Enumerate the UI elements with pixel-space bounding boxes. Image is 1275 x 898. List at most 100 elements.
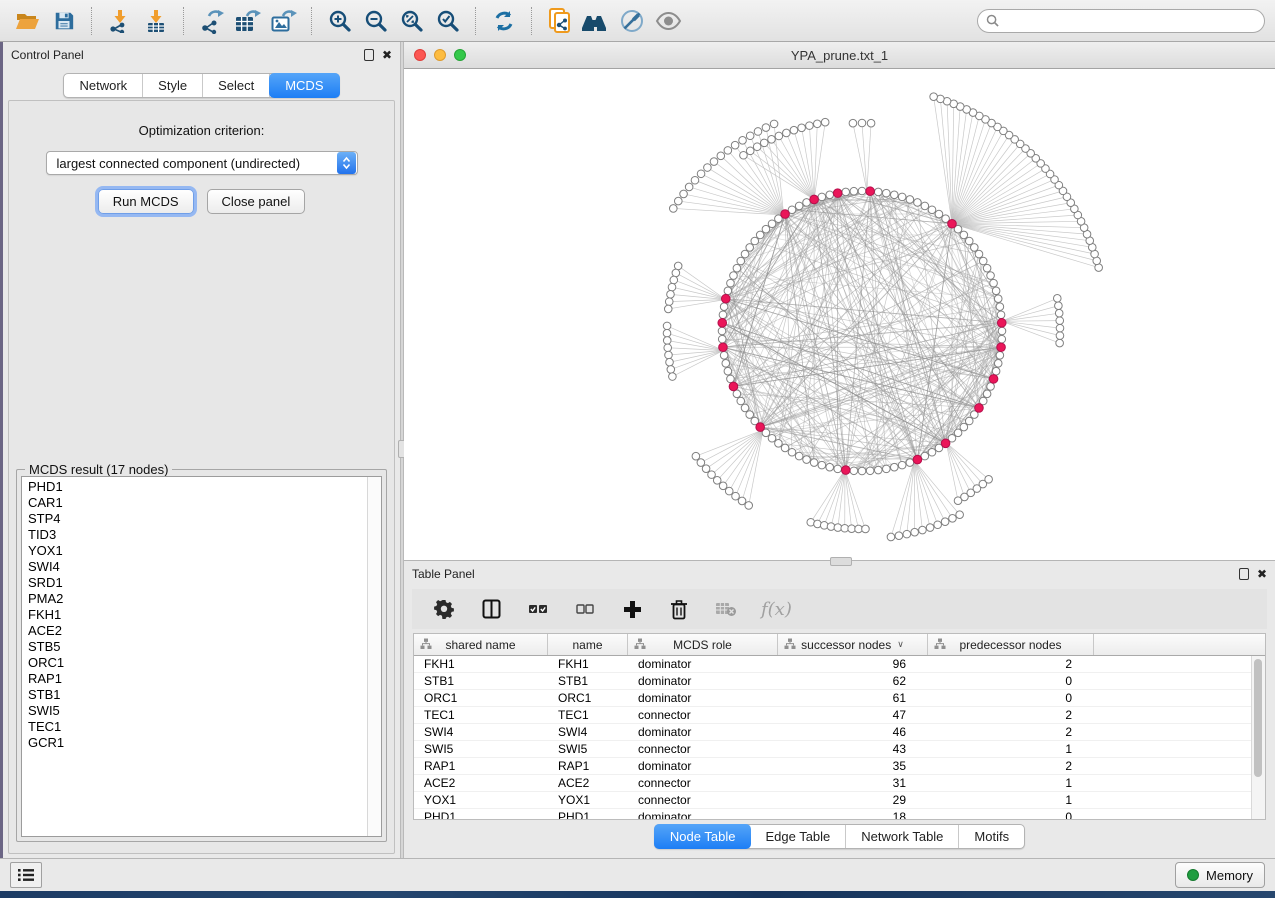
network-node[interactable] — [826, 463, 834, 471]
import-table-button[interactable] — [138, 5, 174, 37]
mcds-hub-node[interactable] — [989, 375, 998, 384]
close-panel-icon[interactable]: ✖ — [1257, 569, 1267, 579]
network-node[interactable] — [960, 423, 968, 431]
network-node[interactable] — [998, 327, 1006, 335]
network-leaf-node[interactable] — [724, 147, 732, 155]
mcds-hub-node[interactable] — [941, 439, 950, 448]
zoom-fit-button[interactable] — [394, 5, 430, 37]
mcds-result-item[interactable]: FKH1 — [28, 607, 367, 623]
network-node[interactable] — [874, 466, 882, 474]
network-node[interactable] — [970, 244, 978, 252]
mcds-result-item[interactable]: STB5 — [28, 639, 367, 655]
network-leaf-node[interactable] — [903, 530, 911, 538]
network-leaf-node[interactable] — [731, 141, 739, 149]
network-leaf-node[interactable] — [783, 129, 791, 137]
network-node[interactable] — [724, 287, 732, 295]
network-node[interactable] — [866, 467, 874, 475]
network-node[interactable] — [768, 434, 776, 442]
network-node[interactable] — [928, 206, 936, 214]
network-node[interactable] — [803, 199, 811, 207]
table-row[interactable]: PHD1PHD1dominator180 — [414, 809, 1265, 820]
network-node[interactable] — [751, 237, 759, 245]
network-node[interactable] — [997, 311, 1005, 319]
mcds-hub-node[interactable] — [719, 343, 728, 352]
mcds-hub-node[interactable] — [866, 187, 875, 196]
network-leaf-node[interactable] — [775, 132, 783, 140]
mcds-result-item[interactable]: ORC1 — [28, 655, 367, 671]
table-settings-button[interactable] — [432, 597, 456, 621]
network-node[interactable] — [965, 417, 973, 425]
network-graph[interactable] — [404, 69, 1275, 560]
network-leaf-node[interactable] — [719, 482, 727, 490]
network-leaf-node[interactable] — [746, 132, 754, 140]
criterion-dropdown[interactable]: largest connected component (undirected) — [46, 151, 358, 175]
network-leaf-node[interactable] — [663, 329, 671, 337]
network-leaf-node[interactable] — [1055, 309, 1063, 317]
network-leaf-node[interactable] — [911, 528, 919, 536]
table-row[interactable]: TEC1TEC1connector472 — [414, 707, 1265, 724]
mcds-result-item[interactable]: GCR1 — [28, 735, 367, 751]
network-node[interactable] — [898, 461, 906, 469]
network-leaf-node[interactable] — [849, 119, 857, 127]
network-node[interactable] — [965, 237, 973, 245]
network-node[interactable] — [914, 199, 922, 207]
network-leaf-node[interactable] — [702, 465, 710, 473]
mcds-result-item[interactable]: RAP1 — [28, 671, 367, 687]
mcds-result-item[interactable]: TID3 — [28, 527, 367, 543]
network-leaf-node[interactable] — [867, 119, 875, 127]
float-panel-icon[interactable] — [1239, 568, 1249, 580]
network-leaf-node[interactable] — [665, 351, 673, 359]
network-node[interactable] — [874, 188, 882, 196]
network-node[interactable] — [788, 448, 796, 456]
network-leaf-node[interactable] — [685, 183, 693, 191]
network-node[interactable] — [762, 225, 770, 233]
tab-motifs[interactable]: Motifs — [959, 825, 1024, 848]
network-leaf-node[interactable] — [669, 373, 677, 381]
close-panel-button[interactable]: Close panel — [207, 189, 306, 214]
network-node[interactable] — [850, 467, 858, 475]
search-input[interactable] — [1004, 13, 1256, 29]
column-header-shared-name[interactable]: shared name — [414, 634, 548, 655]
network-leaf-node[interactable] — [672, 269, 680, 277]
network-node[interactable] — [979, 257, 987, 265]
network-leaf-node[interactable] — [949, 515, 957, 523]
network-node[interactable] — [960, 231, 968, 239]
table-row[interactable]: ORC1ORC1dominator610 — [414, 690, 1265, 707]
apply-layout-button[interactable] — [486, 5, 522, 37]
network-node[interactable] — [883, 465, 891, 473]
mcds-result-item[interactable]: YOX1 — [28, 543, 367, 559]
mcds-result-item[interactable]: PHD1 — [28, 479, 367, 495]
network-leaf-node[interactable] — [738, 497, 746, 505]
network-leaf-node[interactable] — [692, 452, 700, 460]
network-node[interactable] — [818, 193, 826, 201]
table-panel-grip[interactable] — [830, 557, 852, 566]
network-leaf-node[interactable] — [930, 93, 938, 101]
network-node[interactable] — [718, 335, 726, 343]
network-leaf-node[interactable] — [770, 120, 778, 128]
network-node[interactable] — [935, 210, 943, 218]
network-leaf-node[interactable] — [762, 124, 770, 132]
mcds-result-item[interactable]: CAR1 — [28, 495, 367, 511]
table-row[interactable]: YOX1YOX1connector291 — [414, 792, 1265, 809]
delete-column-button[interactable] — [667, 597, 691, 621]
network-node[interactable] — [775, 439, 783, 447]
network-node[interactable] — [987, 272, 995, 280]
network-node[interactable] — [727, 279, 735, 287]
network-node[interactable] — [983, 264, 991, 272]
mcds-hub-node[interactable] — [948, 219, 957, 228]
table-row[interactable]: STB1STB1dominator620 — [414, 673, 1265, 690]
network-leaf-node[interactable] — [745, 502, 753, 510]
mcds-hub-node[interactable] — [833, 189, 842, 198]
network-node[interactable] — [890, 191, 898, 199]
network-node[interactable] — [737, 397, 745, 405]
network-leaf-node[interactable] — [691, 176, 699, 184]
tab-mcds[interactable]: MCDS — [269, 73, 339, 98]
network-node[interactable] — [858, 187, 866, 195]
network-leaf-node[interactable] — [670, 276, 678, 284]
float-panel-icon[interactable] — [364, 49, 374, 61]
mcds-list-scrollbar[interactable] — [367, 477, 381, 836]
network-leaf-node[interactable] — [668, 283, 676, 291]
network-leaf-node[interactable] — [934, 521, 942, 529]
network-node[interactable] — [741, 404, 749, 412]
network-leaf-node[interactable] — [790, 126, 798, 134]
